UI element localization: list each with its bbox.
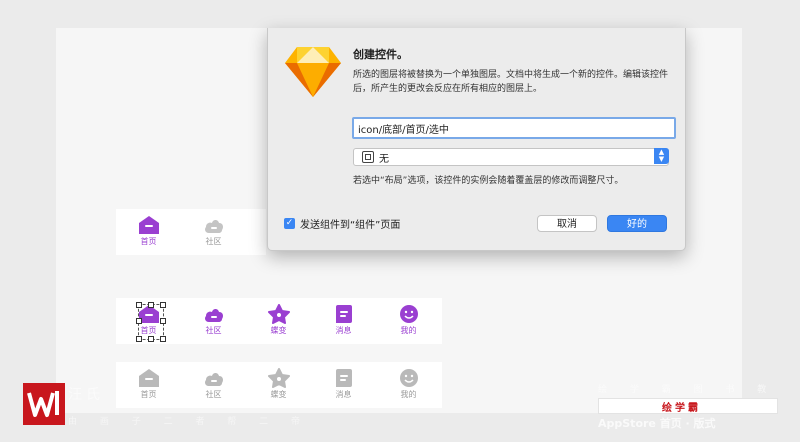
resize-handle[interactable] bbox=[136, 302, 142, 308]
smiley-icon bbox=[399, 305, 418, 323]
w-logo-icon bbox=[27, 391, 59, 417]
tab-butterfly-label: 蝶变 bbox=[270, 390, 287, 399]
home-icon bbox=[138, 369, 159, 387]
home-icon bbox=[138, 216, 159, 234]
send-to-symbols-label[interactable]: 发送组件到“组件”页面 bbox=[300, 216, 400, 231]
watermark-text: 绘 学 霸 图 书 教 bbox=[598, 385, 777, 395]
tab-community-label: 社区 bbox=[205, 326, 222, 335]
tabbar-partial[interactable]: 首页 社区 bbox=[116, 209, 266, 255]
tab-community[interactable]: 社区 bbox=[181, 362, 246, 408]
watermark-logo bbox=[23, 383, 65, 425]
select-stepper-icon[interactable]: ▲ ▼ bbox=[654, 148, 669, 164]
tab-profile[interactable]: 我的 bbox=[376, 362, 441, 408]
tab-messages-label: 消息 bbox=[335, 326, 352, 335]
sketch-logo-icon bbox=[285, 47, 341, 97]
tab-profile-label: 我的 bbox=[400, 390, 417, 399]
tab-butterfly-label: 蝶变 bbox=[270, 326, 287, 335]
resize-handle[interactable] bbox=[148, 336, 154, 342]
tab-messages-label: 消息 bbox=[335, 390, 352, 399]
tab-messages[interactable]: 消息 bbox=[311, 362, 376, 408]
dialog-title: 创建控件。 bbox=[353, 48, 408, 61]
resize-handle[interactable] bbox=[160, 318, 166, 324]
tab-community[interactable]: 社区 bbox=[181, 209, 246, 255]
tab-home-label: 首页 bbox=[140, 390, 157, 399]
message-icon bbox=[335, 369, 352, 387]
send-to-symbols-checkbox[interactable]: ✓ bbox=[284, 218, 295, 229]
tab-home-label: 首页 bbox=[140, 237, 157, 246]
watermark-text: AppStore 首页 · 版式 bbox=[598, 417, 716, 430]
tab-community[interactable]: 社区 bbox=[181, 298, 246, 344]
tab-butterfly[interactable]: 蝶变 bbox=[246, 362, 311, 408]
smiley-icon bbox=[399, 369, 418, 387]
dialog-description: 所选的图层将被替换为一个单独图层。文档中将生成一个新的控件。编辑该控件后，所产生… bbox=[353, 70, 669, 94]
resize-handle[interactable] bbox=[148, 302, 154, 308]
star-icon bbox=[267, 368, 290, 388]
send-to-symbols-row[interactable]: ✓ 发送组件到“组件”页面 bbox=[284, 216, 400, 231]
layout-icon bbox=[362, 151, 374, 163]
resize-handle[interactable] bbox=[136, 336, 142, 342]
layout-select[interactable]: 无 ▲ ▼ bbox=[353, 148, 669, 166]
symbol-name-input[interactable] bbox=[352, 117, 676, 139]
tab-profile-label: 我的 bbox=[400, 326, 417, 335]
layer-selection-box[interactable] bbox=[136, 302, 166, 342]
cancel-button[interactable]: 取消 bbox=[537, 215, 597, 232]
layout-select-value: 无 bbox=[379, 154, 389, 165]
tab-community-label: 社区 bbox=[205, 237, 222, 246]
ok-button[interactable]: 好的 bbox=[607, 215, 667, 232]
tabbar-inactive[interactable]: 首页 社区 蝶变 消息 我的 bbox=[116, 362, 442, 408]
layout-hint: 若选中“布局”选项，该控件的实例会随着覆盖层的修改而调整尺寸。 bbox=[353, 176, 624, 186]
resize-handle[interactable] bbox=[160, 302, 166, 308]
watermark-text: 由 画 子 二 者 帮 二 帝 bbox=[68, 417, 311, 427]
resize-handle[interactable] bbox=[160, 336, 166, 342]
tab-messages[interactable]: 消息 bbox=[311, 298, 376, 344]
cloud-icon bbox=[204, 309, 223, 322]
resize-handle[interactable] bbox=[136, 318, 142, 324]
cloud-icon bbox=[204, 220, 223, 233]
cloud-icon bbox=[204, 373, 223, 386]
tab-community-label: 社区 bbox=[205, 390, 222, 399]
tab-profile[interactable]: 我的 bbox=[376, 298, 441, 344]
tab-home[interactable]: 首页 bbox=[116, 362, 181, 408]
tab-home[interactable]: 首页 bbox=[116, 209, 181, 255]
create-symbol-dialog: 创建控件。 所选的图层将被替换为一个单独图层。文档中将生成一个新的控件。编辑该控… bbox=[267, 28, 686, 251]
message-icon bbox=[335, 305, 352, 323]
watermark-text: 汪氏 bbox=[68, 387, 104, 403]
watermark-brand: 绘学霸 bbox=[662, 403, 701, 414]
tab-butterfly[interactable]: 蝶变 bbox=[246, 298, 311, 344]
star-icon bbox=[267, 304, 290, 324]
